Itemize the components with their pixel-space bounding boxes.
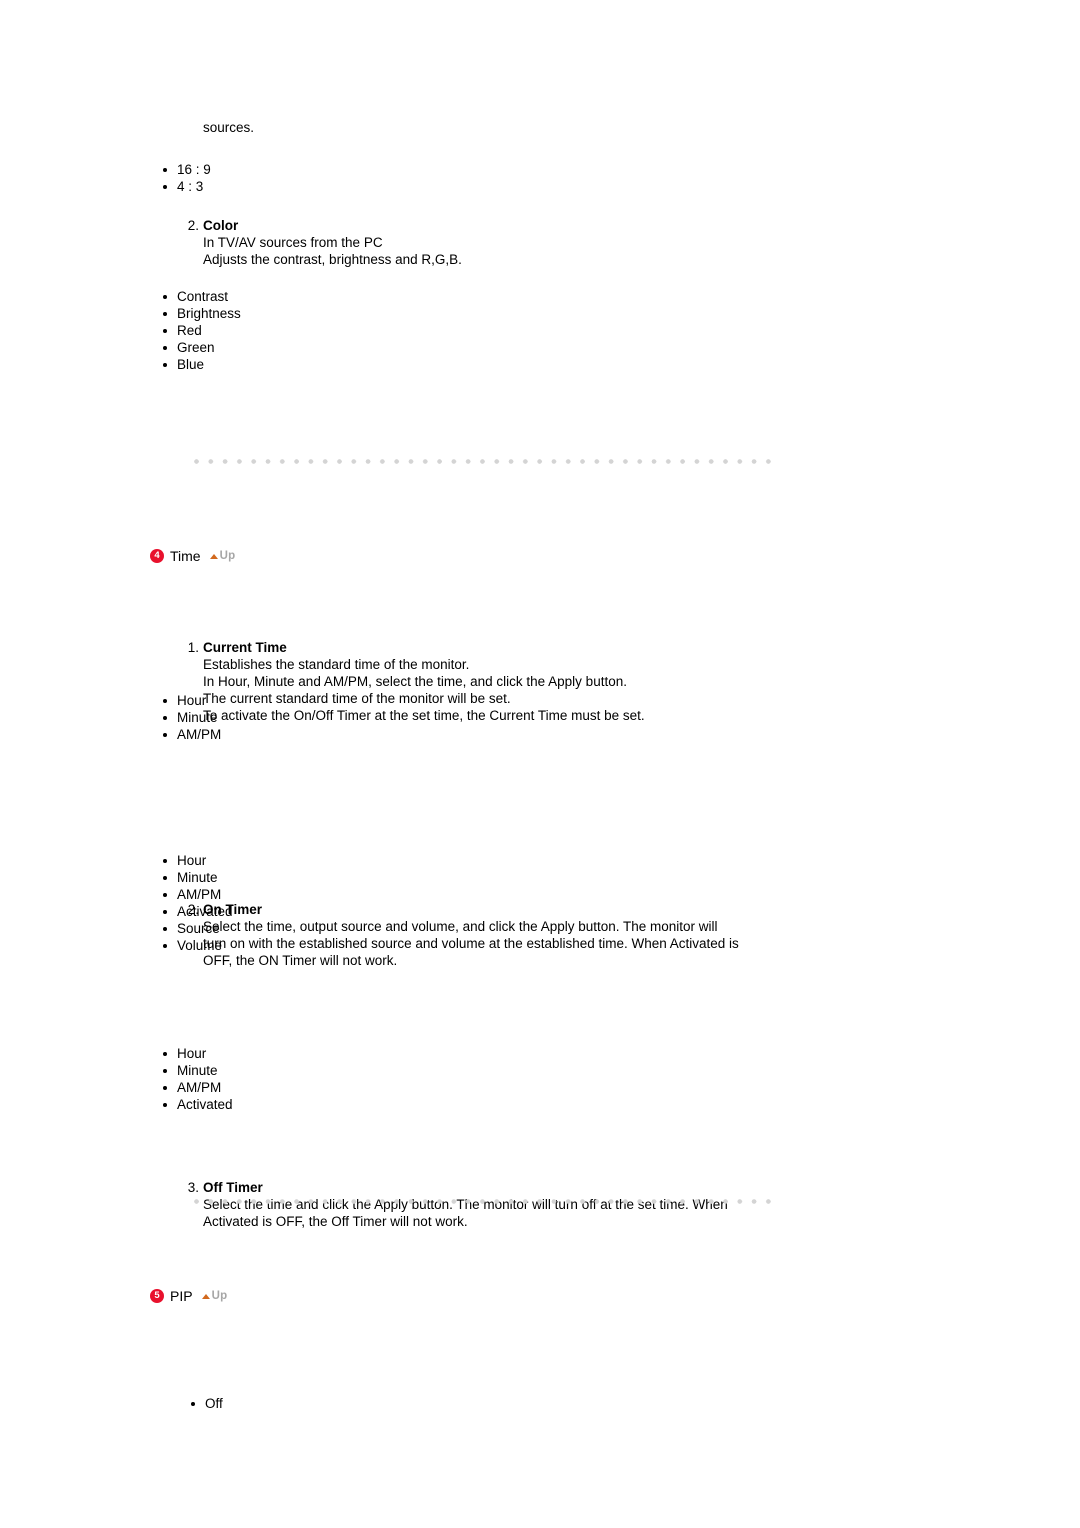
list-item: Brightness [163, 305, 241, 322]
list-item: 4 : 3 [163, 178, 211, 195]
list-item: 16 : 9 [163, 161, 211, 178]
list-item: Volume [163, 937, 233, 954]
list-item: AM/PM [163, 726, 221, 743]
dotted-separator [194, 1199, 772, 1204]
list-item: AM/PM [163, 1079, 233, 1096]
section-number-badge: 5 [150, 1289, 164, 1303]
on-timer-options-list: Hour Minute AM/PM Activated Source Volum… [163, 852, 233, 954]
aspect-ratio-list: 16 : 9 4 : 3 [163, 161, 211, 195]
dotted-separator [194, 459, 772, 464]
item-description: Establishes the standard time of the mon… [203, 657, 645, 723]
item-title: On Timer [203, 902, 263, 917]
section-title: PIP [170, 1287, 193, 1304]
off-timer-options-list: Hour Minute AM/PM Activated [163, 1045, 233, 1113]
up-link-label: Up [211, 1290, 228, 1302]
item-title: Color [203, 218, 239, 233]
list-item: Source [163, 920, 233, 937]
list-item: Minute [163, 709, 221, 726]
up-link-pip[interactable]: Up [201, 1290, 228, 1302]
section-number-badge: 4 [150, 549, 164, 563]
item-title: Off Timer [203, 1180, 263, 1195]
section-heading-time: 4 Time Up [150, 546, 235, 566]
triangle-up-icon [201, 1293, 210, 1299]
list-item: Hour [163, 1045, 233, 1062]
item-number: 3. [187, 1180, 199, 1195]
color-options-list: Contrast Brightness Red Green Blue [163, 288, 241, 373]
size-options-list: Off [191, 1395, 223, 1412]
list-item: Hour [163, 692, 221, 709]
numbered-item-current-time: 1. Current Time Establishes the standard… [177, 639, 817, 724]
numbered-item-on-timer: 2. On Timer Select the time, output sour… [177, 901, 837, 969]
section-title: Time [170, 547, 201, 564]
list-item: Activated [163, 1096, 233, 1113]
list-item: AM/PM [163, 886, 233, 903]
up-link-label: Up [219, 550, 236, 562]
item-description: Select the time, output source and volum… [203, 919, 739, 968]
continued-paragraph: sources. [203, 120, 255, 135]
item-number: 2. [187, 218, 199, 233]
current-time-options-list: Hour Minute AM/PM [163, 692, 221, 743]
list-item: Green [163, 339, 241, 356]
section-heading-pip: 5 PIP Up [150, 1286, 227, 1306]
item-description: In TV/AV sources from the PC Adjusts the… [203, 235, 462, 267]
item-number: 1. [187, 640, 199, 655]
list-item: Activated [163, 903, 233, 920]
list-item: Blue [163, 356, 241, 373]
item-title: Current Time [203, 640, 287, 655]
document-page: sources. 16 : 9 4 : 3 2. Color In TV/AV … [0, 0, 1080, 1528]
list-item: Red [163, 322, 241, 339]
list-item: Contrast [163, 288, 241, 305]
list-item: Hour [163, 852, 233, 869]
numbered-item-color: 2. Color In TV/AV sources from the PC Ad… [177, 217, 777, 268]
list-item: Minute [163, 1062, 233, 1079]
triangle-up-icon [209, 553, 218, 559]
list-item: Off [191, 1395, 223, 1412]
numbered-item-off-timer: 3. Off Timer Select the time and click t… [177, 1179, 837, 1230]
list-item: Minute [163, 869, 233, 886]
up-link-time[interactable]: Up [209, 550, 236, 562]
